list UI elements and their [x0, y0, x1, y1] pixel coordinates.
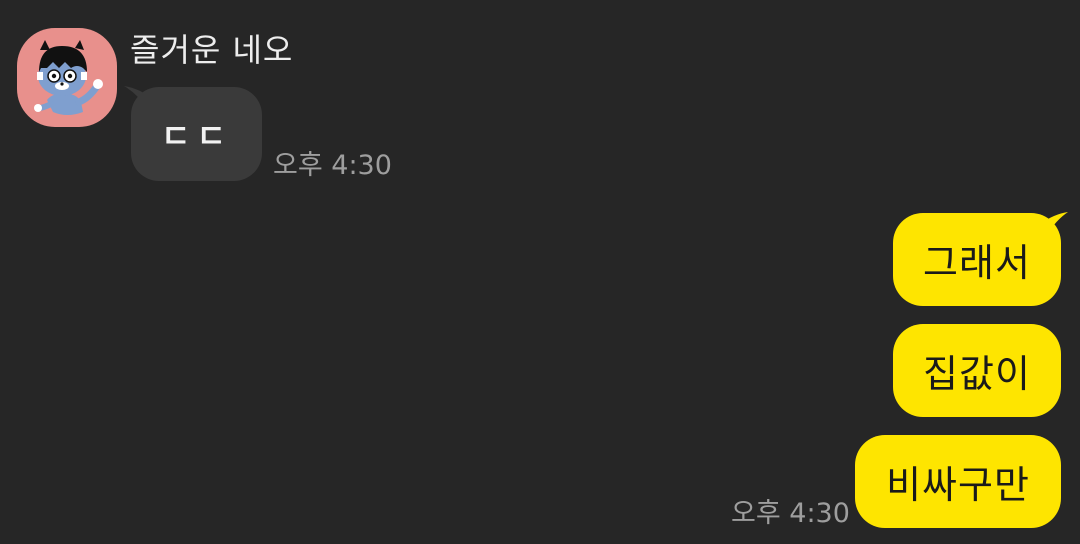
- chat-room: 즐거운 네오 ㄷㄷ 오후 4:30 그래서 집값이 비싸구만 오후 4:30: [0, 0, 1080, 544]
- incoming-message-bubble[interactable]: ㄷㄷ: [131, 87, 262, 181]
- outgoing-message-bubble[interactable]: 그래서: [893, 213, 1061, 306]
- sender-name: 즐거운 네오: [130, 31, 294, 69]
- incoming-message-time: 오후 4:30: [273, 150, 392, 181]
- outgoing-message-bubble[interactable]: 집값이: [893, 324, 1061, 417]
- kakao-neo-character-icon: [34, 40, 103, 115]
- outgoing-message-time: 오후 4:30: [731, 498, 850, 529]
- outgoing-message-bubble[interactable]: 비싸구만: [855, 435, 1061, 528]
- avatar[interactable]: [17, 28, 117, 127]
